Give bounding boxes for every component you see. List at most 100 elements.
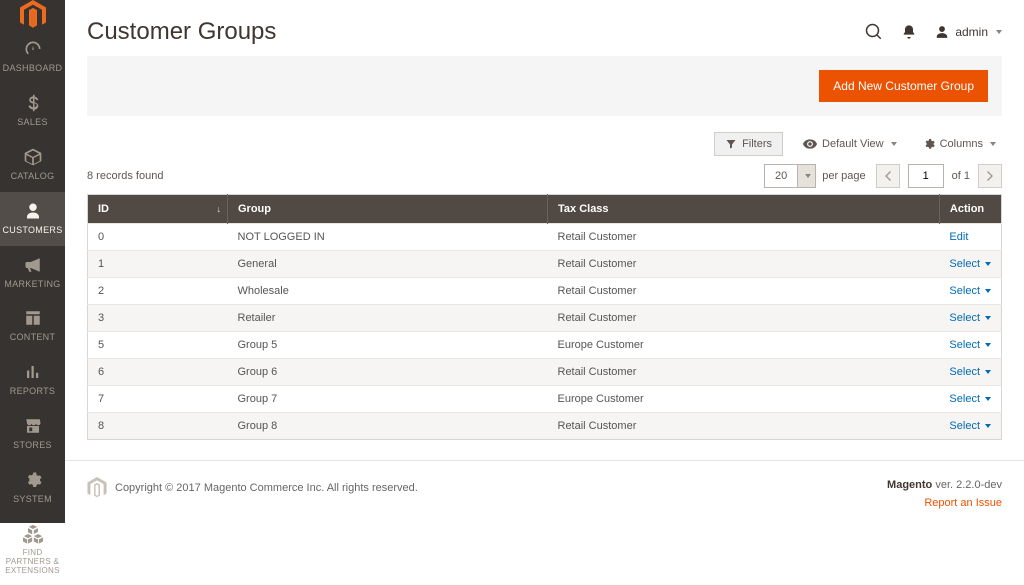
sidebar-item-system[interactable]: SYSTEM — [0, 461, 65, 515]
bars-icon — [24, 361, 42, 383]
cell-tax-class: Retail Customer — [548, 413, 940, 440]
sidebar-item-label: MARKETING — [4, 280, 60, 290]
gear-icon — [24, 469, 42, 491]
cell-id: 2 — [88, 278, 228, 305]
gauge-icon — [23, 38, 43, 60]
admin-user-menu[interactable]: admin — [935, 25, 1002, 39]
caret-down-icon — [985, 424, 991, 428]
prev-page-button[interactable] — [876, 164, 900, 188]
per-page-select[interactable]: 20 — [764, 164, 816, 188]
sidebar-item-label: STORES — [13, 441, 52, 451]
table-row: 1GeneralRetail CustomerSelect — [88, 251, 1002, 278]
sidebar-item-content[interactable]: CONTENT — [0, 299, 65, 353]
column-header-id[interactable]: ID ↓ — [88, 195, 228, 224]
table-row: 6Group 6Retail CustomerSelect — [88, 359, 1002, 386]
sidebar-item-sales[interactable]: SALES — [0, 84, 65, 138]
cell-tax-class: Retail Customer — [548, 305, 940, 332]
cell-action: Edit — [939, 224, 1001, 251]
sidebar-item-label: CUSTOMERS — [2, 226, 62, 236]
select-action-link[interactable]: Select — [949, 258, 991, 270]
select-action-link[interactable]: Select — [949, 339, 991, 351]
cell-tax-class: Retail Customer — [548, 278, 940, 305]
sidebar-item-find-partners-extensions[interactable]: FIND PARTNERS & EXTENSIONS — [0, 515, 65, 585]
cell-id: 1 — [88, 251, 228, 278]
default-view-label: Default View — [822, 138, 884, 150]
cell-tax-class: Retail Customer — [548, 224, 940, 251]
default-view-button[interactable]: Default View — [797, 134, 903, 154]
cell-action: Select — [939, 359, 1001, 386]
cell-action: Select — [939, 386, 1001, 413]
search-icon — [865, 23, 883, 41]
magento-logo[interactable] — [0, 0, 65, 30]
add-customer-group-button[interactable]: Add New Customer Group — [819, 70, 988, 102]
caret-down-icon — [985, 397, 991, 401]
column-header-action: Action — [939, 195, 1001, 224]
cell-group: General — [228, 251, 548, 278]
sort-arrow-icon: ↓ — [217, 204, 222, 214]
chevron-left-icon — [884, 171, 891, 181]
page-footer: Copyright © 2017 Magento Commerce Inc. A… — [65, 460, 1024, 534]
select-action-link[interactable]: Select — [949, 285, 991, 297]
grid-toolbar: 8 records found 20 per page of 1 — [87, 164, 1002, 188]
report-issue-link[interactable]: Report an Issue — [887, 495, 1002, 513]
page-number-input[interactable] — [908, 164, 944, 188]
gear-icon — [923, 138, 935, 150]
cell-id: 6 — [88, 359, 228, 386]
next-page-button[interactable] — [978, 164, 1002, 188]
cell-action: Select — [939, 305, 1001, 332]
cell-group: NOT LOGGED IN — [228, 224, 548, 251]
customer-groups-table: ID ↓ Group Tax Class Action 0NOT LOGGED … — [87, 194, 1002, 440]
filters-button[interactable]: Filters — [714, 132, 783, 156]
cell-action: Select — [939, 332, 1001, 359]
sidebar-item-label: CONTENT — [10, 333, 56, 343]
cell-group: Group 8 — [228, 413, 548, 440]
records-found: 8 records found — [87, 170, 163, 182]
layout-icon — [24, 307, 42, 329]
store-icon — [23, 415, 43, 437]
select-action-link[interactable]: Select — [949, 312, 991, 324]
table-row: 3RetailerRetail CustomerSelect — [88, 305, 1002, 332]
per-page-dropdown-toggle[interactable] — [797, 165, 815, 187]
column-header-group[interactable]: Group — [228, 195, 548, 224]
sidebar-item-dashboard[interactable]: DASHBOARD — [0, 30, 65, 84]
cell-group: Group 7 — [228, 386, 548, 413]
per-page-value: 20 — [765, 170, 797, 182]
column-header-tax-class[interactable]: Tax Class — [548, 195, 940, 224]
edit-action-link[interactable]: Edit — [949, 231, 968, 243]
cell-tax-class: Europe Customer — [548, 386, 940, 413]
notifications-button[interactable] — [901, 24, 917, 40]
dollar-icon — [24, 92, 42, 114]
eye-icon — [803, 139, 817, 149]
cell-id: 8 — [88, 413, 228, 440]
per-page-label: per page — [822, 170, 865, 182]
copyright-text: Copyright © 2017 Magento Commerce Inc. A… — [115, 482, 418, 494]
cell-action: Select — [939, 278, 1001, 305]
select-action-link[interactable]: Select — [949, 393, 991, 405]
sidebar-item-label: DASHBOARD — [3, 64, 63, 74]
sidebar-item-marketing[interactable]: MARKETING — [0, 246, 65, 300]
cell-group: Retailer — [228, 305, 548, 332]
sidebar-item-reports[interactable]: REPORTS — [0, 353, 65, 407]
columns-button[interactable]: Columns — [917, 134, 1002, 154]
cell-group: Wholesale — [228, 278, 548, 305]
cell-group: Group 6 — [228, 359, 548, 386]
caret-down-icon — [985, 262, 991, 266]
box-icon — [23, 146, 43, 168]
per-page-control: 20 per page — [764, 164, 866, 188]
table-row: 0NOT LOGGED INRetail CustomerEdit — [88, 224, 1002, 251]
search-button[interactable] — [865, 23, 883, 41]
sidebar-item-label: REPORTS — [10, 387, 55, 397]
header-tools: admin — [865, 23, 1002, 41]
main-content: Customer Groups admin Add New Customer G… — [65, 0, 1024, 523]
sidebar-item-stores[interactable]: STORES — [0, 407, 65, 461]
page-title: Customer Groups — [87, 18, 276, 46]
action-bar: Add New Customer Group — [87, 56, 1002, 116]
person-icon — [24, 200, 42, 222]
columns-label: Columns — [940, 138, 983, 150]
select-action-link[interactable]: Select — [949, 366, 991, 378]
caret-down-icon — [985, 343, 991, 347]
sidebar-item-customers[interactable]: CUSTOMERS — [0, 192, 65, 246]
caret-down-icon — [985, 289, 991, 293]
sidebar-item-catalog[interactable]: CATALOG — [0, 138, 65, 192]
select-action-link[interactable]: Select — [949, 420, 991, 432]
